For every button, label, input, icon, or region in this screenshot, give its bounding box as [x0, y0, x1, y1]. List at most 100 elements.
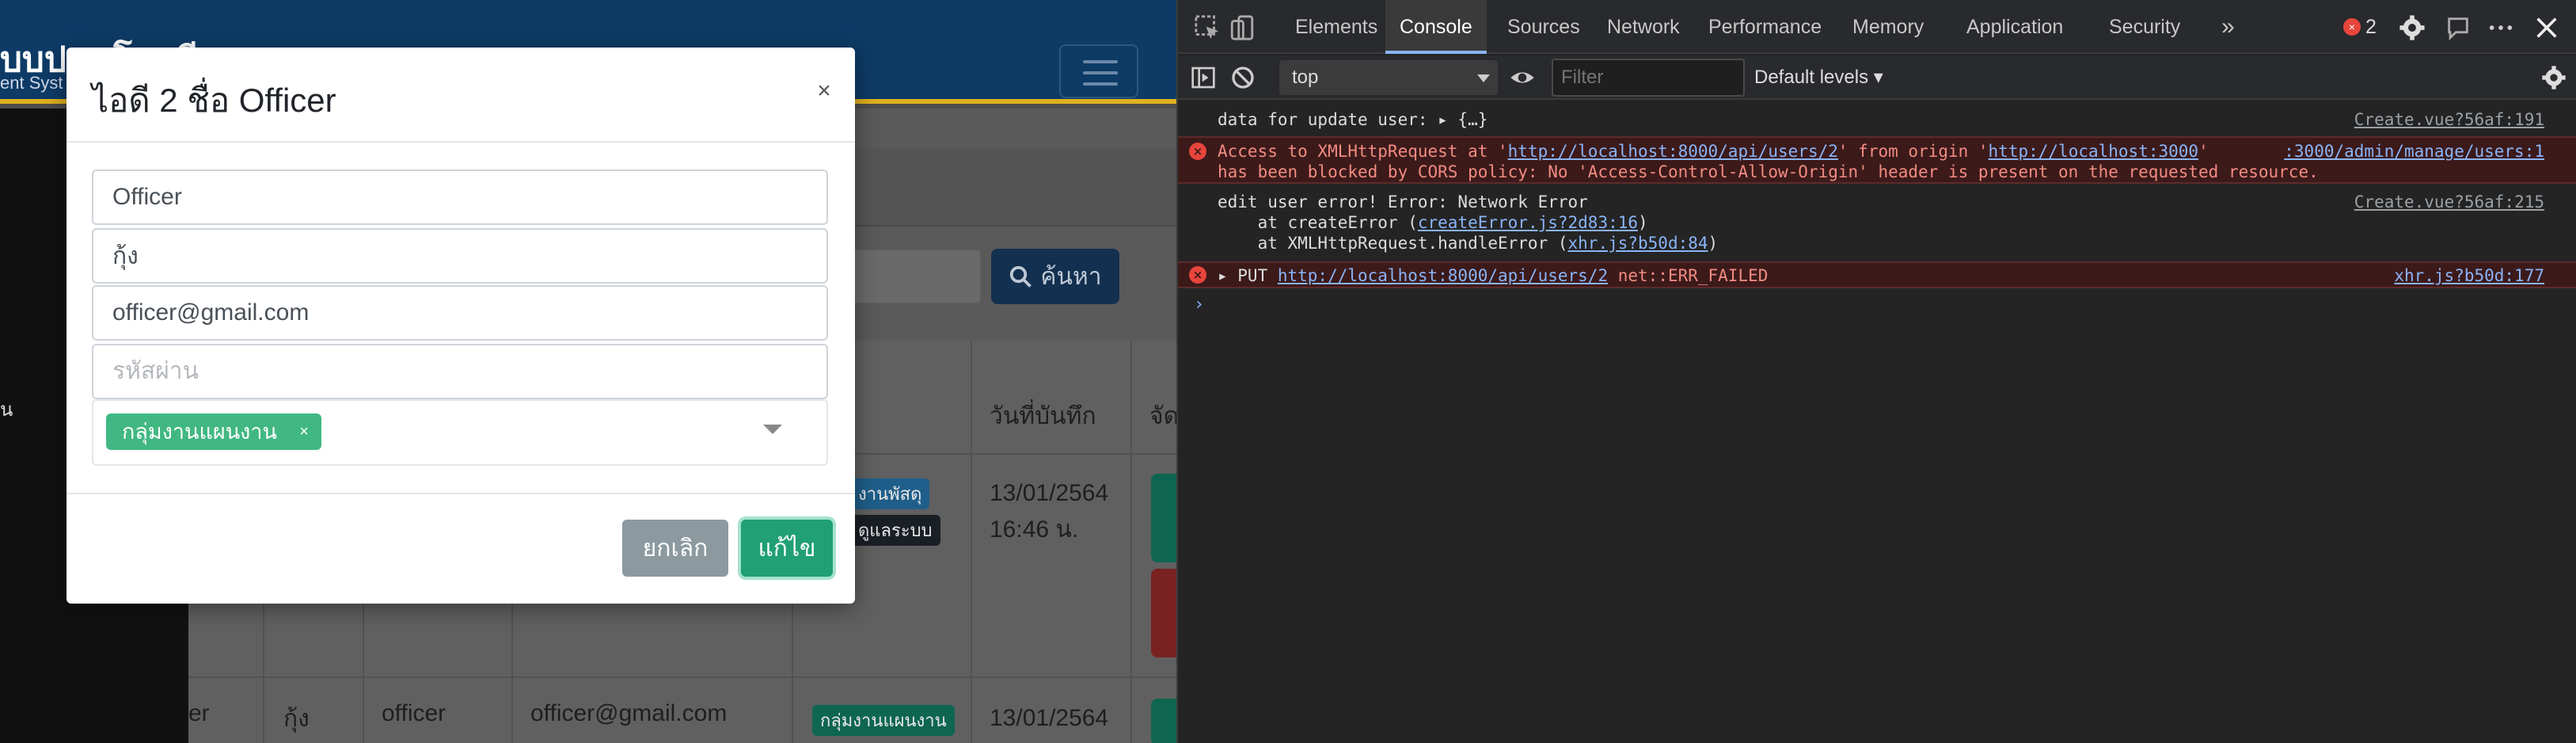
chevron-down-icon[interactable]: [763, 425, 782, 434]
stack-line: at XMLHttpRequest.handleError (xhr.js?b5…: [1218, 233, 1719, 253]
clear-console-icon[interactable]: [1230, 65, 1256, 90]
cancel-button[interactable]: ยกเลิก: [622, 520, 728, 577]
sidebar-toggle-icon[interactable]: [1191, 65, 1216, 90]
hamburger-icon-bar: [1083, 71, 1118, 74]
message-text: edit user error! Error: Network Error: [1218, 192, 1588, 211]
source-link[interactable]: xhr.js?b50d:177: [2394, 265, 2544, 286]
context-selector[interactable]: top: [1279, 60, 1498, 95]
tab-console[interactable]: Console: [1385, 0, 1487, 54]
modal-header: ไอดี 2 ชื่อ Officer ×: [66, 48, 855, 143]
url-link[interactable]: http://localhost:3000: [1989, 142, 2199, 161]
table-divider: [1130, 341, 1132, 743]
hamburger-icon-bar: [1083, 82, 1118, 86]
error-icon: ×: [1189, 266, 1206, 284]
delete-row-button[interactable]: [1151, 569, 1176, 657]
password-field[interactable]: [92, 344, 828, 399]
message-line: Access to XMLHttpRequest at 'http://loca…: [1218, 141, 2218, 162]
remove-tag-icon[interactable]: ×: [299, 413, 309, 450]
table-divider: [188, 676, 1176, 678]
group-badge: กลุ่มงานแผนงาน: [812, 705, 955, 736]
search-icon: [1010, 265, 1032, 288]
edit-submit-button[interactable]: แก้ไข: [741, 520, 833, 577]
time-text: 16:46 น.: [990, 516, 1079, 543]
tab-application[interactable]: Application: [1966, 0, 2063, 54]
message-text[interactable]: ▸ PUT: [1218, 266, 1278, 285]
group-multiselect[interactable]: กลุ่มงานแผนงาน ×: [92, 399, 828, 466]
last-name-input[interactable]: [93, 230, 826, 282]
message-text: ': [2198, 142, 2219, 161]
cell-nickname: กุ้ง: [283, 706, 310, 732]
stack-line: at createError (createError.js?2d83:16): [1218, 212, 1648, 233]
edit-row-button[interactable]: [1151, 699, 1176, 743]
sidebar-item[interactable]: น: [0, 394, 13, 425]
stack-link[interactable]: xhr.js?b50d:84: [1568, 234, 1708, 253]
log-levels-dropdown[interactable]: Default levels ▾: [1754, 55, 1883, 100]
cell-username: officer: [382, 700, 446, 726]
error-count: 2: [2365, 15, 2377, 38]
tab-elements[interactable]: Elements: [1295, 0, 1377, 54]
console-toolbar: top Default levels ▾: [1178, 55, 2576, 100]
console-prompt[interactable]: ›: [1194, 295, 1204, 314]
feedback-icon[interactable]: [2445, 14, 2472, 41]
table-divider: [971, 341, 972, 743]
email-input[interactable]: [93, 287, 826, 339]
search-button[interactable]: ค้นหา: [991, 249, 1119, 304]
stack-link[interactable]: createError.js?2d83:16: [1418, 213, 1638, 232]
gear-icon[interactable]: [2399, 14, 2426, 41]
modal-title: ไอดี 2 ชื่อ Officer: [92, 82, 336, 119]
message-text: has been blocked by CORS policy: No 'Acc…: [1218, 162, 2319, 181]
source-link[interactable]: Create.vue?56af:215: [2354, 192, 2544, 212]
selected-group-label: กลุ่มงานแผนงาน: [122, 420, 277, 444]
role-badge: ดูแลระบบ: [850, 515, 940, 546]
error-icon: ×: [2343, 18, 2361, 36]
menu-toggle-button[interactable]: [1059, 44, 1138, 98]
message-text: net::ERR_FAILED: [1608, 266, 1769, 285]
edit-user-modal: ไอดี 2 ชื่อ Officer × กลุ่มงานแผนงาน × ย…: [66, 48, 855, 604]
more-tabs-icon[interactable]: »: [2221, 0, 2235, 54]
email-field[interactable]: [92, 285, 828, 341]
message-text: Access to XMLHttpRequest at ': [1218, 142, 1508, 161]
device-toolbar-icon[interactable]: [1229, 14, 1256, 41]
first-name-field[interactable]: [92, 170, 828, 225]
context-label: top: [1292, 67, 1319, 88]
source-link[interactable]: Create.vue?56af:191: [2354, 109, 2544, 130]
error-icon: ×: [1189, 143, 1206, 160]
stack-text: at createError (: [1218, 213, 1418, 232]
hamburger-icon: [1083, 60, 1118, 63]
search-button-label: ค้นหา: [1040, 263, 1102, 290]
filter-input[interactable]: [1552, 59, 1745, 97]
more-options-icon[interactable]: [2487, 14, 2514, 41]
stack-text: at XMLHttpRequest.handleError (: [1218, 234, 1568, 253]
source-link[interactable]: :3000/admin/manage/users:1: [2284, 141, 2544, 162]
first-name-input[interactable]: [93, 171, 826, 223]
chevron-down-icon: [1477, 74, 1490, 82]
tab-performance[interactable]: Performance: [1708, 0, 1822, 54]
tab-sources[interactable]: Sources: [1507, 0, 1580, 54]
url-link[interactable]: http://localhost:8000/api/users/2: [1278, 266, 1608, 285]
stack-text: ): [1638, 213, 1648, 232]
last-name-field[interactable]: [92, 228, 828, 284]
eye-icon[interactable]: [1509, 65, 1536, 90]
console-output: data for update user: ▸ {…} Create.vue?5…: [1178, 101, 2576, 743]
date-text: 13/01/2564: [990, 705, 1109, 731]
column-header-manage: จัด: [1149, 403, 1176, 429]
cell-name: er: [188, 700, 210, 726]
tab-security[interactable]: Security: [2109, 0, 2180, 54]
tab-memory[interactable]: Memory: [1852, 0, 1924, 54]
tab-network[interactable]: Network: [1607, 0, 1680, 54]
devtools-tabbar: Elements Console Sources Network Perform…: [1178, 0, 2576, 54]
inspect-element-icon[interactable]: [1194, 14, 1221, 41]
edit-row-button[interactable]: [1151, 474, 1176, 562]
modal-footer-divider: [66, 493, 855, 494]
close-icon[interactable]: ×: [812, 78, 836, 109]
selected-group-tag: กลุ่มงานแผนงาน ×: [106, 413, 321, 450]
url-link[interactable]: http://localhost:8000/api/users/2: [1508, 142, 1838, 161]
password-input[interactable]: [93, 345, 826, 398]
gear-icon[interactable]: [2541, 65, 2567, 90]
brand-subtitle: ent Syst: [0, 73, 63, 93]
table-row-date: 13/01/2564 16:46 น.: [990, 475, 1108, 548]
devtools-panel: Elements Console Sources Network Perform…: [1176, 0, 2576, 743]
error-counter[interactable]: × 2: [2343, 14, 2377, 40]
message-text[interactable]: data for update user: ▸ {…}: [1218, 109, 1487, 130]
close-icon[interactable]: [2533, 14, 2560, 41]
